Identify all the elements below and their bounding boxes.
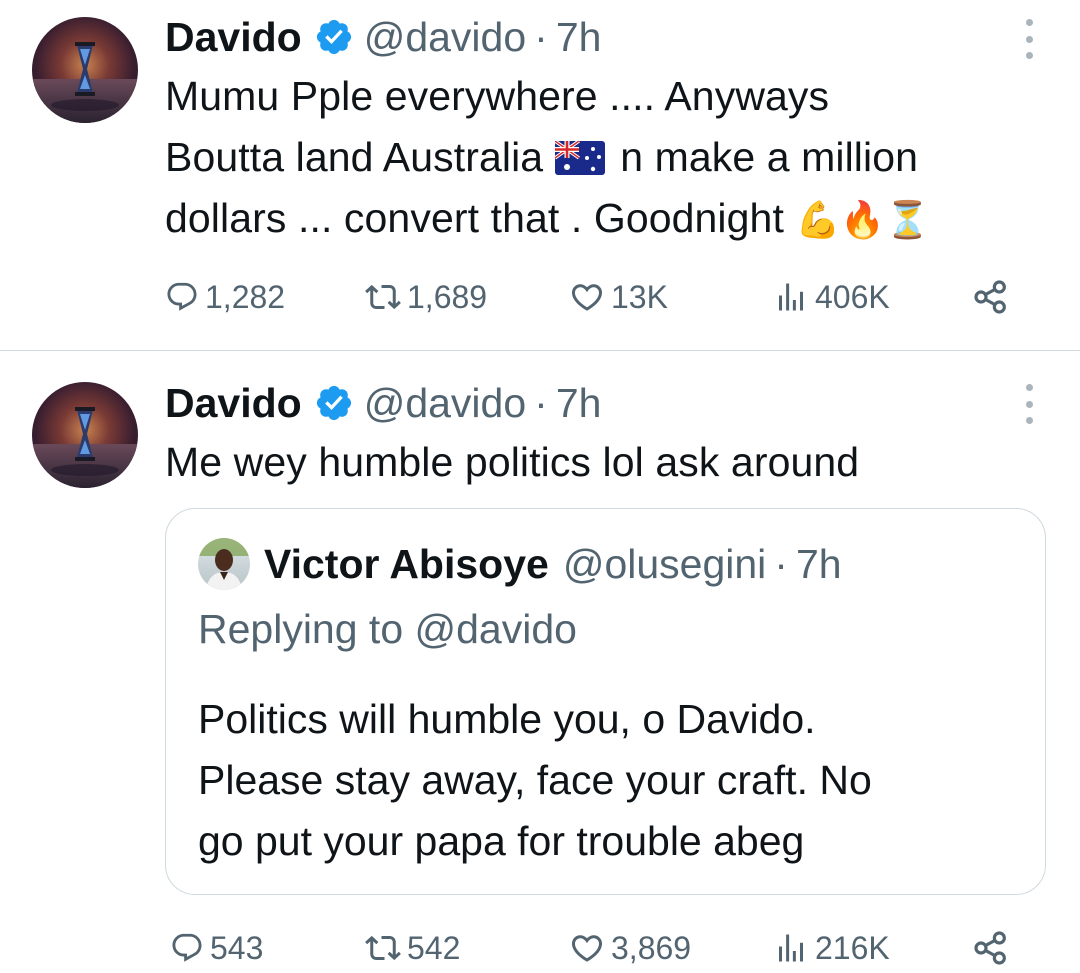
share-button[interactable]	[971, 923, 1011, 973]
like-count: 3,869	[611, 929, 692, 966]
retweet-icon	[365, 930, 401, 966]
quoted-author-name[interactable]: Victor Abisoye	[264, 541, 549, 588]
author-name[interactable]: Davido	[165, 14, 302, 60]
reply-count: 1,282	[205, 278, 286, 315]
separator-dot: ·	[774, 540, 788, 587]
tweet-header: Davido @davido · 7h	[165, 14, 601, 60]
views-button[interactable]: 216K	[773, 923, 890, 973]
separator-dot: ·	[534, 380, 548, 426]
more-vertical-icon[interactable]	[1022, 384, 1036, 424]
views-icon	[773, 930, 809, 966]
author-handle[interactable]: @davido	[364, 14, 526, 60]
reply-button[interactable]: 1,282	[165, 272, 285, 322]
quoted-author-avatar[interactable]	[198, 538, 250, 590]
views-count: 406K	[815, 278, 890, 315]
like-button[interactable]: 3,869	[569, 923, 691, 973]
tweet-actions: 543 542 3,869 216K	[165, 923, 1025, 973]
more-vertical-icon[interactable]	[1022, 19, 1036, 59]
fire-emoji: 🔥	[840, 200, 886, 241]
tweet-text: Mumu Pple everywhere .... Anyways Boutta…	[165, 66, 1045, 251]
share-icon	[971, 928, 1011, 968]
quoted-text-line: Politics will humble you, o Davido.	[198, 696, 816, 742]
tweet-header: Davido @davido · 7h	[165, 380, 601, 426]
views-count: 216K	[815, 929, 890, 966]
tweet-text-line: Mumu Pple everywhere .... Anyways	[165, 73, 830, 119]
verified-badge-icon	[314, 383, 354, 423]
heart-icon	[569, 279, 605, 315]
tweet-text: Me wey humble politics lol ask around	[165, 439, 860, 485]
retweet-icon	[365, 279, 401, 315]
author-avatar[interactable]	[32, 17, 138, 123]
tweet-time[interactable]: 7h	[556, 380, 602, 426]
like-button[interactable]: 13K	[569, 272, 668, 322]
tweet-text-line: dollars ... convert that . Goodnight 💪🔥⏳	[165, 188, 1045, 251]
flexed-biceps-emoji: 💪	[795, 200, 841, 241]
verified-badge-icon	[314, 17, 354, 57]
tweet-text-line: Boutta land Australia n make a million	[165, 127, 1045, 188]
like-count: 13K	[611, 278, 668, 315]
quoted-tweet-text: Politics will humble you, o Davido. Plea…	[198, 689, 1018, 872]
quoted-tweet-header: Victor Abisoye @olusegini · 7h	[198, 538, 842, 590]
quoted-tweet[interactable]: Victor Abisoye @olusegini · 7h Replying …	[165, 508, 1046, 895]
reply-button[interactable]: 543	[170, 923, 263, 973]
tweet-text-segment: n make a million	[620, 134, 919, 180]
views-icon	[773, 279, 809, 315]
tweet-1[interactable]: Davido @davido · 7h Mumu Pple everywhere…	[0, 0, 1080, 350]
hourglass-emoji: ⏳	[885, 200, 931, 241]
retweet-count: 1,689	[407, 278, 488, 315]
tweet-time[interactable]: 7h	[556, 14, 602, 60]
share-button[interactable]	[971, 272, 1011, 322]
separator-dot: ·	[534, 14, 548, 60]
author-handle[interactable]: @davido	[364, 380, 526, 426]
views-button[interactable]: 406K	[773, 272, 890, 322]
tweet-text-segment: dollars ... convert that . Goodnight	[165, 195, 784, 241]
australia-flag-icon	[553, 131, 605, 175]
heart-icon	[569, 930, 605, 966]
retweet-button[interactable]: 1,689	[365, 272, 487, 322]
author-avatar[interactable]	[32, 382, 138, 488]
reply-icon	[170, 931, 204, 965]
quoted-text-line: Please stay away, face your craft. No	[198, 757, 872, 803]
tweet-actions: 1,282 1,689 13K 406K	[165, 272, 1025, 322]
retweet-count: 542	[407, 929, 461, 966]
author-name[interactable]: Davido	[165, 380, 302, 426]
quoted-author-handle[interactable]: @olusegini	[563, 541, 766, 588]
retweet-button[interactable]: 542	[365, 923, 460, 973]
share-icon	[971, 277, 1011, 317]
tweet-text-segment: Boutta land Australia	[165, 134, 544, 180]
quoted-text-line: go put your papa for trouble abeg	[198, 818, 805, 864]
replying-to[interactable]: Replying to @davido	[198, 604, 577, 654]
reply-count: 543	[210, 929, 264, 966]
quoted-tweet-time: 7h	[795, 540, 842, 587]
reply-icon	[165, 280, 199, 314]
